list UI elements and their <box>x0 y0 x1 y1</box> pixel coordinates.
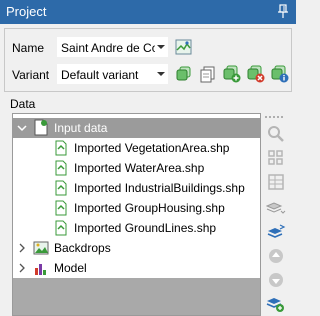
tree-item-child[interactable]: Imported GroupHousing.shp <box>13 198 260 218</box>
move-down-icon[interactable] <box>266 270 286 290</box>
tree-item-label: Imported VegetationArea.shp <box>74 141 230 155</box>
panel-titlebar: Project <box>0 0 296 24</box>
toolbar-grip <box>265 116 283 118</box>
tree-item-label: Imported GroundLines.shp <box>74 221 217 235</box>
data-side-toolbar <box>262 113 294 316</box>
variant-value: Default variant <box>61 68 139 82</box>
map-icon[interactable] <box>175 38 193 56</box>
tree-item-label: Imported GroupHousing.shp <box>74 201 225 215</box>
shapefile-icon <box>55 200 67 216</box>
shapefile-icon <box>55 140 67 156</box>
add-variant-icon[interactable] <box>223 65 241 83</box>
variant-info-icon[interactable] <box>271 65 289 83</box>
tree-item-label: Imported WaterArea.shp <box>74 161 205 175</box>
tree-item-label: Model <box>54 261 87 275</box>
panel-title: Project <box>6 4 47 19</box>
tree-item-child[interactable]: Imported IndustrialBuildings.shp <box>13 178 260 198</box>
layers-add-icon[interactable] <box>266 294 286 314</box>
delete-variant-icon[interactable] <box>247 65 265 83</box>
variant-green-icon[interactable] <box>175 65 193 83</box>
tree-item-label: Backdrops <box>54 241 111 255</box>
collapse-arrow-icon[interactable] <box>17 123 27 133</box>
data-section-label: Data <box>10 97 36 111</box>
layers-dropdown-icon[interactable] <box>266 198 286 218</box>
layers-move-icon[interactable] <box>266 222 286 242</box>
chevron-down-icon[interactable] <box>157 45 165 49</box>
expand-arrow-icon[interactable] <box>17 263 27 273</box>
pin-icon[interactable] <box>276 3 290 19</box>
chevron-down-icon[interactable] <box>157 72 165 76</box>
name-label: Name <box>12 41 45 55</box>
search-icon[interactable] <box>266 124 286 144</box>
tree-item-backdrops[interactable]: Backdrops <box>13 238 260 258</box>
project-properties-panel: Name Saint Andre de Cor Variant Default … <box>4 28 292 92</box>
backdrop-image-icon <box>33 241 49 255</box>
input-data-icon <box>34 119 48 136</box>
tree-item-child[interactable]: Imported WaterArea.shp <box>13 158 260 178</box>
name-combo[interactable]: Saint Andre de Cor <box>57 37 168 57</box>
tree-item-input-data[interactable]: Input data <box>13 118 260 138</box>
tree-item-label: Imported IndustrialBuildings.shp <box>74 181 245 195</box>
shapefile-icon <box>55 160 67 176</box>
table-view-icon[interactable] <box>266 172 286 192</box>
move-up-icon[interactable] <box>266 246 286 266</box>
tree-item-label: Input data <box>54 121 108 135</box>
name-value: Saint Andre de Cor <box>61 41 155 55</box>
grid-view-icon[interactable] <box>266 148 286 168</box>
data-tree: Input data Imported VegetationArea.shp I… <box>12 113 261 316</box>
variant-label: Variant <box>12 68 50 82</box>
copy-variant-icon[interactable] <box>199 65 217 83</box>
tree-item-model[interactable]: Model <box>13 258 260 278</box>
shapefile-icon <box>55 180 67 196</box>
expand-arrow-icon[interactable] <box>17 243 27 253</box>
variant-combo[interactable]: Default variant <box>57 64 168 84</box>
tree-item-child[interactable]: Imported VegetationArea.shp <box>13 138 260 158</box>
tree-item-child[interactable]: Imported GroundLines.shp <box>13 218 260 238</box>
shapefile-icon <box>55 220 67 236</box>
model-chart-icon <box>35 264 46 275</box>
